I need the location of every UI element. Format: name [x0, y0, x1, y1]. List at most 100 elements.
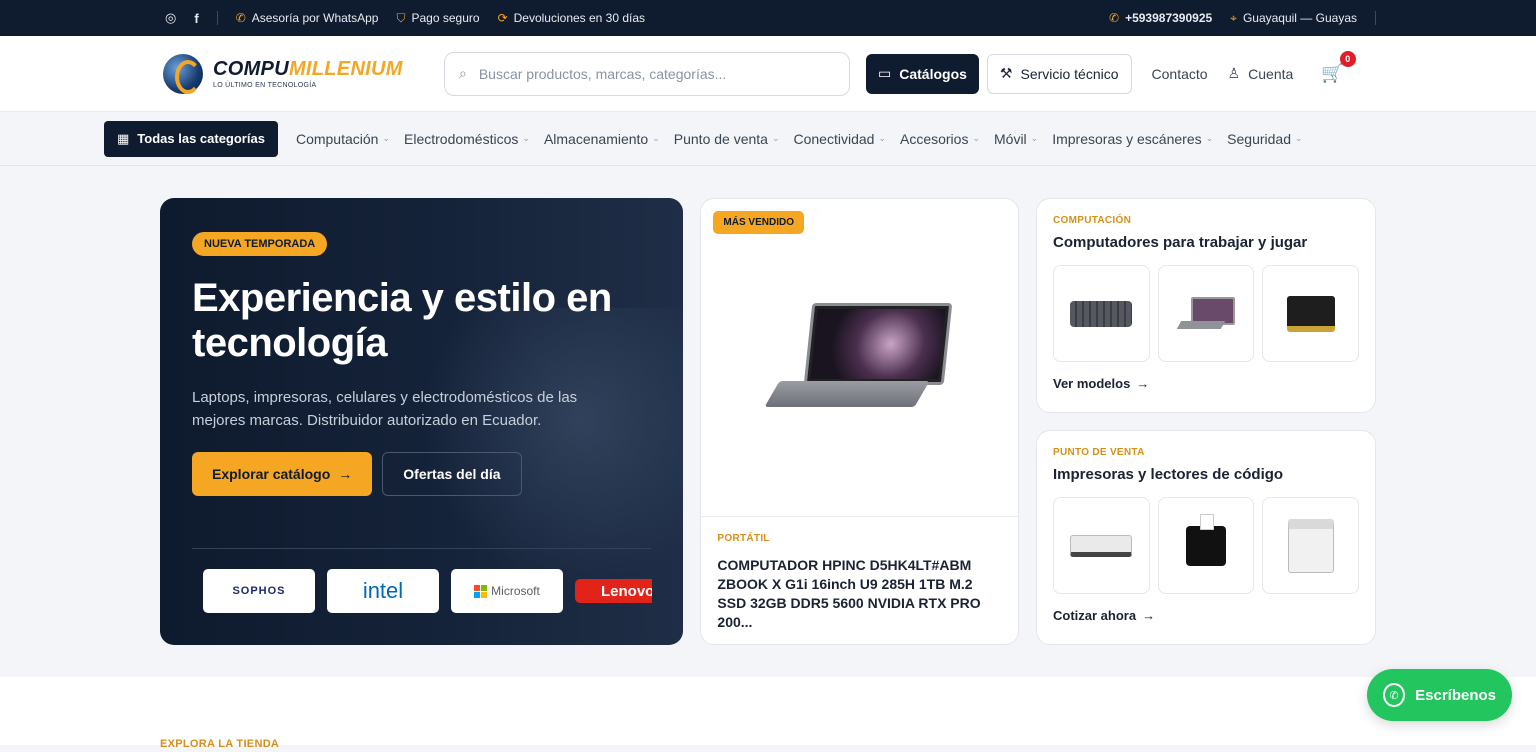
secure-payment: ⛉ Pago seguro	[396, 11, 479, 26]
hero-description: Laptops, impresoras, celulares y electro…	[192, 389, 578, 429]
quote-now-link[interactable]: Cotizar ahora →	[1053, 608, 1359, 623]
divider	[216, 11, 218, 25]
printer-image	[1070, 534, 1133, 557]
cart-count-badge: 0	[1339, 51, 1356, 67]
explore-catalog-label: Explorar catálogo	[212, 466, 331, 482]
returns-info: ⟳ Devoluciones en 30 días	[498, 11, 645, 25]
chevron-down-icon: ⌄	[1205, 133, 1214, 143]
product-thumbnail[interactable]	[1262, 265, 1360, 362]
whatsapp-chat-label: Escríbenos	[1415, 686, 1496, 704]
logo-globe-icon	[163, 53, 203, 94]
returns-label: Devoluciones en 30 días	[513, 11, 646, 25]
top-bar: ◎ f ✆ Asesoría por WhatsApp ⛉ Pago seguro …	[0, 0, 1536, 36]
card-category: COMPUTACIÓN	[1053, 215, 1132, 226]
laptop-image	[1179, 296, 1235, 331]
nav-category[interactable]: Almacenamiento ⌄	[537, 131, 667, 147]
daily-deals-button[interactable]: Ofertas del día	[382, 452, 522, 496]
main-content: NUEVA TEMPORADA Experiencia y estilo en …	[0, 166, 1536, 678]
account-label: Cuenta	[1248, 65, 1294, 82]
logo-name-part2: MILLENIUM	[288, 58, 403, 80]
search-input[interactable]: ⌕ Buscar productos, marcas, categorías..…	[444, 51, 850, 96]
grid-icon: ▦	[117, 130, 130, 146]
cart-button[interactable]: 🛒 0	[1321, 51, 1356, 84]
phone-link[interactable]: ✆ +593987390925	[1109, 11, 1212, 25]
location-label: Guayaquil — Guayas	[1242, 11, 1357, 25]
chevron-down-icon: ⌄	[771, 133, 780, 143]
chevron-down-icon: ⌄	[382, 133, 390, 143]
secure-payment-label: Pago seguro	[411, 11, 480, 25]
featured-product-card[interactable]: MÁS VENDIDO PORTÁTIL COMPUTADOR HPINC D5…	[700, 198, 1019, 645]
nav-category[interactable]: Impresoras y escáneres ⌄	[1045, 131, 1220, 147]
category-nav: ▦ Todas las categorías Computación ⌄ Elect…	[0, 112, 1536, 166]
chevron-down-icon: ⌄	[878, 133, 886, 143]
shield-icon: ⛉	[396, 10, 406, 25]
catalogs-button[interactable]: ▭ Catálogos	[866, 53, 979, 94]
facebook-icon[interactable]: f	[194, 11, 198, 26]
map-pin-icon: ⌖	[1230, 10, 1237, 25]
quote-now-label: Cotizar ahora	[1053, 608, 1137, 623]
header: COMPUMILLENIUM LO ÚLTIMO EN TECNOLOGÍA ⌕…	[0, 36, 1536, 112]
chevron-down-icon: ⌄	[1295, 133, 1303, 143]
logo-tagline: LO ÚLTIMO EN TECNOLOGÍA	[213, 82, 317, 89]
divider	[192, 548, 652, 549]
see-models-link[interactable]: Ver modelos →	[1053, 376, 1359, 391]
chevron-down-icon: ⌄	[652, 133, 660, 143]
account-link[interactable]: ♙ Cuenta	[1228, 65, 1294, 82]
card-title: Impresoras y lectores de código	[1053, 466, 1284, 483]
whatsapp-chat-button[interactable]: ✆ Escríbenos	[1367, 669, 1512, 721]
nav-category[interactable]: Conectividad ⌄	[787, 131, 893, 147]
nav-category-label: Impresoras y escáneres	[1052, 130, 1202, 147]
category-card-computacion: COMPUTACIÓN Computadores para trabajar y…	[1036, 198, 1376, 413]
brand-logo-microsoft[interactable]: Microsoft	[451, 569, 563, 613]
category-cards: COMPUTACIÓN Computadores para trabajar y…	[1036, 198, 1376, 678]
search-placeholder: Buscar productos, marcas, categorías...	[478, 65, 727, 82]
arrow-right-icon: →	[1142, 608, 1156, 623]
microsoft-icon	[474, 584, 488, 598]
explore-catalog-button[interactable]: Explorar catálogo →	[192, 452, 373, 496]
product-thumbnail[interactable]	[1262, 497, 1360, 594]
explore-section: EXPLORA LA TIENDA	[0, 677, 1536, 750]
brand-name: Lenovo	[601, 582, 652, 600]
cart-icon: 🛒	[1321, 63, 1344, 83]
nav-category[interactable]: Electrodomésticos ⌄	[397, 131, 537, 147]
laptop-image	[764, 302, 953, 413]
nav-category[interactable]: Punto de venta ⌄	[667, 131, 787, 147]
brand-logo-lenovo[interactable]: Lenovo	[575, 579, 652, 603]
wrench-icon: ⚒	[999, 65, 1013, 81]
product-thumbnail[interactable]	[1157, 497, 1255, 594]
explore-label: EXPLORA LA TIENDA	[160, 738, 280, 750]
phone-number: +593987390925	[1125, 11, 1213, 25]
search-icon: ⌕	[459, 65, 467, 81]
product-thumbnail[interactable]	[1053, 265, 1150, 362]
contact-label: Contacto	[1151, 65, 1208, 82]
nav-category-label: Computación	[295, 130, 379, 147]
whatsapp-advice-label: Asesoría por WhatsApp	[251, 11, 379, 25]
instagram-icon[interactable]: ◎	[165, 10, 176, 26]
divider	[1375, 11, 1376, 25]
nav-category-label: Punto de venta	[673, 130, 768, 147]
all-categories-label: Todas las categorías	[137, 131, 265, 146]
nav-category[interactable]: Accesorios ⌄	[893, 131, 987, 147]
nav-category[interactable]: Computación ⌄	[289, 131, 397, 147]
nav-category[interactable]: Móvil ⌄	[987, 131, 1045, 147]
nav-category-label: Electrodomésticos	[404, 130, 519, 147]
keyboard-image	[1070, 300, 1133, 327]
product-category: PORTÁTIL	[717, 533, 770, 544]
product-thumbnail[interactable]	[1157, 265, 1255, 362]
nav-category-label: Almacenamiento	[543, 130, 649, 147]
product-thumbnail[interactable]	[1053, 497, 1150, 594]
tech-service-button[interactable]: ⚒ Servicio técnico	[986, 53, 1132, 94]
book-icon: ▭	[878, 65, 892, 81]
nav-category-label: Conectividad	[793, 130, 875, 147]
brand-logo-sophos[interactable]: SOPHOS	[203, 569, 315, 613]
nav-category-label: Móvil	[994, 130, 1027, 147]
contact-link[interactable]: Contacto	[1152, 66, 1208, 82]
whatsapp-advice[interactable]: ✆ Asesoría por WhatsApp	[236, 11, 379, 25]
all-categories-button[interactable]: ▦ Todas las categorías	[104, 120, 278, 157]
brand-logo-intel[interactable]: intel	[327, 569, 439, 613]
nav-category[interactable]: Seguridad ⌄	[1220, 131, 1309, 147]
arrow-right-icon: →	[1136, 376, 1150, 391]
logo[interactable]: COMPUMILLENIUM LO ÚLTIMO EN TECNOLOGÍA	[163, 53, 444, 94]
product-name[interactable]: COMPUTADOR HPINC D5HK4LT#ABM ZBOOK X G1i…	[717, 556, 1002, 632]
category-card-punto-de-venta: PUNTO DE VENTA Impresoras y lectores de …	[1036, 430, 1376, 645]
